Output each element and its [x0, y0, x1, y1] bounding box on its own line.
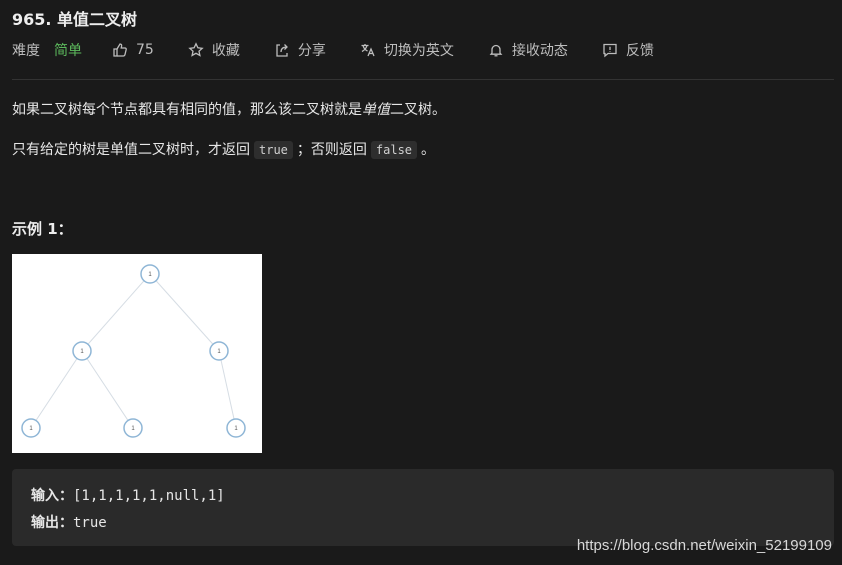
- switch-language-button[interactable]: 切换为英文: [360, 40, 454, 60]
- problem-meta-bar: 难度 简单 75 收藏 分享 切换为英文 接收动态 反馈: [12, 40, 688, 60]
- like-count: 75: [136, 42, 154, 58]
- collect-button[interactable]: 收藏: [188, 40, 240, 60]
- inline-code-true: true: [254, 141, 293, 159]
- watermark-url: https://blog.csdn.net/weixin_52199109: [576, 537, 832, 554]
- example-output-line: 输出：true: [31, 512, 107, 532]
- feedback-icon: [602, 42, 618, 58]
- problem-title: 965. 单值二叉树: [12, 10, 138, 29]
- star-icon: [188, 42, 204, 58]
- notify-label: 接收动态: [511, 43, 568, 59]
- example-code-block: 输入：[1,1,1,1,1,null,1] 输出：true: [12, 469, 834, 546]
- feedback-label: 反馈: [625, 43, 654, 59]
- bell-icon: [488, 42, 504, 58]
- example-input-line: 输入：[1,1,1,1,1,null,1]: [31, 485, 225, 505]
- share-label: 分享: [297, 43, 326, 59]
- example-title: 示例 1：: [12, 220, 73, 238]
- description-paragraph-1: 如果二叉树每个节点都具有相同的值，那么该二叉树就是单值二叉树。: [12, 99, 446, 119]
- divider: [12, 79, 834, 80]
- notify-button[interactable]: 接收动态: [488, 40, 568, 60]
- input-label: 输入：: [31, 488, 73, 504]
- share-button[interactable]: 分享: [274, 40, 326, 60]
- switch-language-label: 切换为英文: [383, 43, 454, 59]
- description-text: 二叉树。: [390, 102, 446, 118]
- description-text: 只有给定的树是单值二叉树时，才返回: [12, 142, 250, 158]
- description-text: 。: [421, 142, 436, 158]
- output-label: 输出：: [31, 515, 73, 531]
- description-text: ；否则返回: [296, 142, 367, 158]
- feedback-button[interactable]: 反馈: [602, 40, 654, 60]
- like-button[interactable]: 75: [112, 42, 154, 58]
- thumbs-up-icon: [112, 42, 128, 58]
- description-emphasis: 单值: [362, 102, 390, 118]
- description-paragraph-2: 只有给定的树是单值二叉树时，才返回 true ；否则返回 false。: [12, 139, 435, 159]
- difficulty-label: 难度: [12, 43, 40, 59]
- input-value: [1,1,1,1,1,null,1]: [73, 488, 225, 504]
- inline-code-false: false: [370, 141, 418, 159]
- description-text: 如果二叉树每个节点都具有相同的值，那么该二叉树就是: [12, 102, 362, 118]
- translate-icon: [360, 42, 376, 58]
- example-tree-image: 1 1 1 1 1 1: [12, 254, 262, 453]
- difficulty-badge: 简单: [54, 43, 82, 59]
- share-icon: [274, 42, 290, 58]
- output-value: true: [73, 515, 107, 531]
- collect-label: 收藏: [211, 43, 240, 59]
